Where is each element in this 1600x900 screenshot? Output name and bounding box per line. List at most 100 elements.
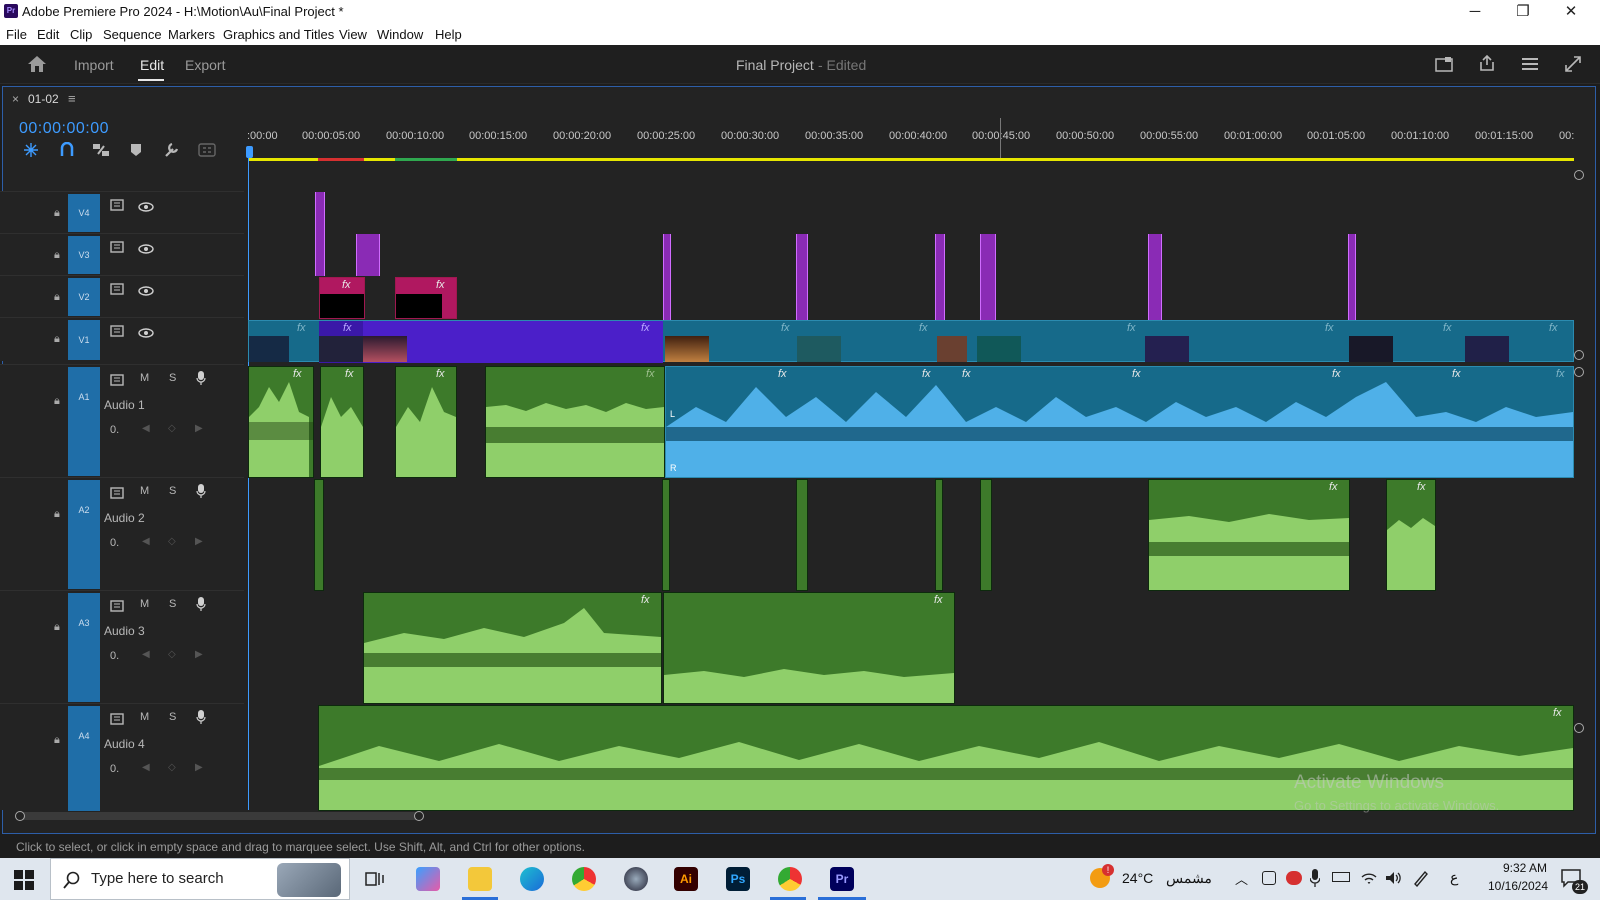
playhead-handle[interactable] xyxy=(246,146,253,158)
panel-menu-icon[interactable]: ≡ xyxy=(68,91,76,106)
nest-sequence-icon[interactable] xyxy=(22,142,40,158)
next-keyframe-icon[interactable]: ▶ xyxy=(195,762,203,773)
edge-icon[interactable] xyxy=(520,867,544,891)
track-target-a2[interactable]: A2 xyxy=(68,480,100,589)
pen-icon[interactable] xyxy=(1412,869,1430,888)
lock-icon[interactable]: 🔒︎ xyxy=(54,395,60,408)
mute-button[interactable]: M xyxy=(140,711,149,723)
chrome-icon[interactable] xyxy=(572,867,596,891)
prev-keyframe-icon[interactable]: ◀ xyxy=(142,762,150,773)
track-target-a3[interactable]: A3 xyxy=(68,593,100,702)
sync-lock-icon[interactable] xyxy=(110,282,124,295)
track-zoom-handle[interactable] xyxy=(1574,170,1584,180)
track-volume-knob[interactable]: 0. xyxy=(110,763,119,775)
audio-clip[interactable] xyxy=(935,479,943,591)
audio-clip[interactable]: fx xyxy=(248,366,314,478)
track-volume-knob[interactable]: 0. xyxy=(110,650,119,662)
next-keyframe-icon[interactable]: ▶ xyxy=(195,423,203,434)
track-target-v1[interactable]: V1 xyxy=(68,320,100,360)
next-keyframe-icon[interactable]: ▶ xyxy=(195,536,203,547)
weather-temp[interactable]: 24°C xyxy=(1122,870,1153,886)
audio-clip[interactable] xyxy=(796,479,808,591)
track-target-v4[interactable]: V4 xyxy=(68,194,100,232)
track-target-a4[interactable]: A4 xyxy=(68,706,100,811)
graphic-clip[interactable] xyxy=(935,234,945,320)
snap-icon[interactable] xyxy=(58,141,76,158)
lock-icon[interactable]: 🔒︎ xyxy=(54,333,60,346)
graphic-clip[interactable] xyxy=(1148,234,1162,320)
sync-lock-icon[interactable] xyxy=(110,712,124,725)
audio-clip[interactable]: fx xyxy=(318,705,1574,811)
video-clip[interactable]: fx xyxy=(319,277,365,319)
prev-keyframe-icon[interactable]: ◀ xyxy=(142,423,150,434)
mute-button[interactable]: M xyxy=(140,485,149,497)
sync-lock-icon[interactable] xyxy=(110,599,124,612)
lock-icon[interactable]: 🔒︎ xyxy=(54,207,60,220)
linked-selection-icon[interactable] xyxy=(92,142,110,158)
playhead-timecode[interactable]: 00:00:00:00 xyxy=(19,120,109,138)
prev-keyframe-icon[interactable]: ◀ xyxy=(142,536,150,547)
eye-icon[interactable] xyxy=(138,283,154,296)
show-hidden-icons-chevron[interactable]: ︿ xyxy=(1235,869,1248,888)
track-zoom-handle[interactable] xyxy=(1574,367,1584,377)
home-icon[interactable] xyxy=(26,54,48,74)
captions-icon[interactable] xyxy=(198,143,216,157)
menu-window[interactable]: Window xyxy=(377,27,423,42)
graphic-clip[interactable] xyxy=(315,192,325,276)
audio-clip[interactable] xyxy=(980,479,992,591)
lock-icon[interactable]: 🔒︎ xyxy=(54,734,60,747)
chrome-profile-icon[interactable] xyxy=(778,867,802,891)
next-keyframe-icon[interactable]: ▶ xyxy=(195,649,203,660)
track-zoom-handle[interactable] xyxy=(1574,723,1584,733)
fullscreen-icon[interactable] xyxy=(1563,54,1583,74)
lock-icon[interactable]: 🔒︎ xyxy=(54,621,60,634)
tab-import[interactable]: Import xyxy=(74,57,114,73)
antivirus-tray-icon[interactable] xyxy=(1286,871,1302,885)
lock-icon[interactable]: 🔒︎ xyxy=(54,249,60,262)
scrollbar-start-handle[interactable] xyxy=(15,811,25,821)
menu-help[interactable]: Help xyxy=(435,27,462,42)
sync-lock-icon[interactable] xyxy=(110,486,124,499)
sync-lock-icon[interactable] xyxy=(110,373,124,386)
solo-button[interactable]: S xyxy=(169,711,176,723)
voiceover-record-icon[interactable] xyxy=(196,371,206,385)
battery-icon[interactable] xyxy=(1332,872,1350,882)
audio-clip[interactable]: fx xyxy=(320,366,364,478)
taskbar-search-box[interactable]: Type here to search xyxy=(50,858,350,900)
task-view-icon[interactable] xyxy=(364,869,386,889)
add-marker-icon[interactable] xyxy=(129,142,143,158)
microphone-icon[interactable] xyxy=(1309,869,1321,887)
menu-graphics-titles[interactable]: Graphics and Titles xyxy=(223,27,334,42)
graphic-clip[interactable] xyxy=(663,234,671,320)
sync-lock-icon[interactable] xyxy=(110,198,124,211)
quick-export-icon[interactable] xyxy=(1434,55,1454,73)
menu-markers[interactable]: Markers xyxy=(168,27,215,42)
file-explorer-icon[interactable] xyxy=(468,867,492,891)
solo-button[interactable]: S xyxy=(169,598,176,610)
video-clip[interactable]: fx xyxy=(395,277,457,319)
solo-button[interactable]: S xyxy=(169,372,176,384)
add-keyframe-icon[interactable]: ◇ xyxy=(168,423,176,434)
eye-icon[interactable] xyxy=(138,241,154,254)
clock-time[interactable]: 9:32 AM xyxy=(1490,861,1560,875)
menu-sequence[interactable]: Sequence xyxy=(103,27,162,42)
eye-icon[interactable] xyxy=(138,199,154,212)
time-ruler[interactable]: :00:00 00:00:05:00 00:00:10:00 00:00:15:… xyxy=(247,130,1577,146)
graphic-clip[interactable] xyxy=(796,234,808,320)
video-track-v1-clips[interactable]: fx fx fx fx fx fx fx fx fx xyxy=(248,320,1574,363)
audio-clip[interactable]: fx xyxy=(1386,479,1436,591)
tray-app-icon[interactable] xyxy=(1262,871,1276,885)
menu-clip[interactable]: Clip xyxy=(70,27,92,42)
windows-start-icon[interactable] xyxy=(14,870,34,890)
workspaces-menu-icon[interactable] xyxy=(1520,55,1540,73)
weather-description[interactable]: مشمس xyxy=(1166,870,1212,887)
scrollbar-end-handle[interactable] xyxy=(414,811,424,821)
voiceover-record-icon[interactable] xyxy=(196,597,206,611)
track-target-v3[interactable]: V3 xyxy=(68,236,100,274)
audio-clip[interactable]: fx xyxy=(1148,479,1350,591)
add-keyframe-icon[interactable]: ◇ xyxy=(168,536,176,547)
solo-button[interactable]: S xyxy=(169,485,176,497)
audio-clip[interactable] xyxy=(314,479,324,591)
photoshop-icon[interactable]: Ps xyxy=(726,867,750,891)
audio-clip[interactable]: fx xyxy=(663,592,955,704)
